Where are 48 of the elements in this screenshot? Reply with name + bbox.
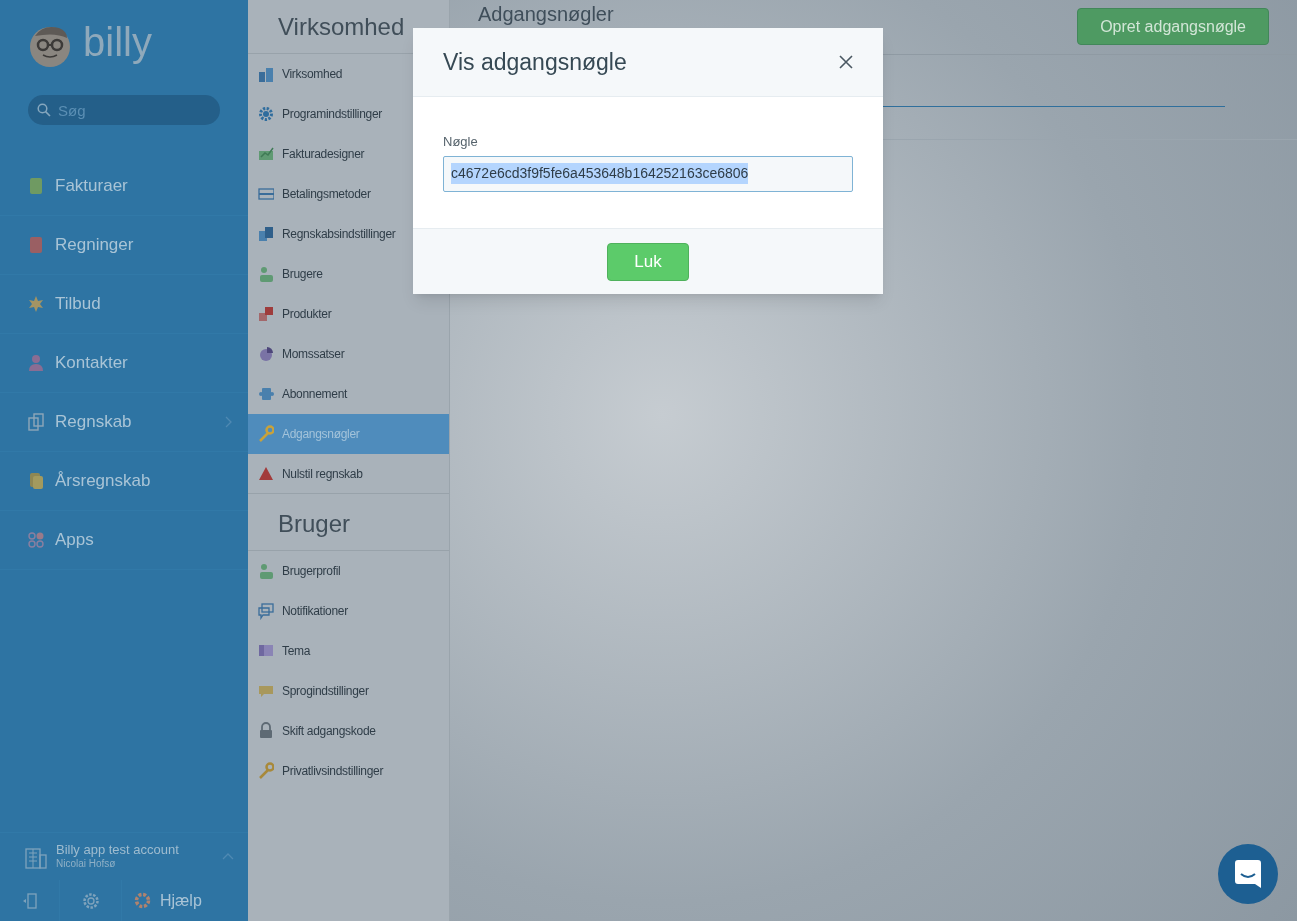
lifebuoy-icon xyxy=(134,892,151,909)
key-field[interactable]: c4672e6cd3f9f5fe6a453648b164252163ce6806 xyxy=(443,155,853,192)
chat-bubbles-icon xyxy=(258,602,274,620)
pie-icon xyxy=(258,345,274,363)
settings-icon xyxy=(81,891,100,910)
section-title: Bruger xyxy=(278,509,351,539)
person-icon xyxy=(27,354,45,372)
settings-nav-item[interactable]: Brugere xyxy=(248,254,449,294)
page-title: Adgangsnøgler xyxy=(478,2,614,26)
document-icon xyxy=(27,177,45,195)
help-button[interactable]: Hjælp xyxy=(122,880,202,921)
section-title: Virksomhed xyxy=(278,11,405,42)
settings-nav-item[interactable]: Momssatser xyxy=(248,334,449,374)
settings-nav-item[interactable]: Sprogindstillinger xyxy=(248,671,449,711)
settings-nav-item[interactable]: Produkter xyxy=(248,294,449,334)
settings-nav-item[interactable]: Brugerprofil xyxy=(248,551,449,591)
files-icon xyxy=(27,472,45,490)
dialog-title: Vis adgangsnøgle xyxy=(443,47,627,77)
chat-icon xyxy=(1235,860,1261,888)
chevron-up-icon xyxy=(222,853,234,860)
logout-icon xyxy=(21,892,38,909)
document-icon xyxy=(27,236,45,254)
settings-nav-item[interactable]: Privatlivsindstillinger xyxy=(248,751,449,791)
chart-icon xyxy=(258,145,274,163)
lock-icon xyxy=(258,722,274,740)
puzzle-icon xyxy=(258,385,274,403)
settings-nav-item[interactable]: Notifikationer xyxy=(248,591,449,631)
boxes-icon xyxy=(258,305,274,323)
field-label: Nøgle xyxy=(443,133,479,151)
account-name: Billy app test account xyxy=(56,842,180,859)
close-icon[interactable] xyxy=(839,55,853,69)
card-icon xyxy=(258,185,274,203)
settings-nav-item[interactable]: Programindstillinger xyxy=(248,94,449,134)
settings-nav-item[interactable]: Regnskabsindstillinger xyxy=(248,214,449,254)
settings-nav-item[interactable]: Skift adgangskode xyxy=(248,711,449,751)
user-name: Nicolai Hofsø xyxy=(56,858,117,871)
logo-text: billy xyxy=(83,22,152,62)
copy-icon xyxy=(27,413,45,431)
star-icon xyxy=(27,295,45,313)
settings-nav-item[interactable]: Tema xyxy=(248,631,449,671)
key-icon xyxy=(258,762,274,780)
settings-nav-item[interactable]: Abonnement xyxy=(248,374,449,414)
bars-icon xyxy=(258,65,274,83)
circles-icon xyxy=(27,531,45,549)
copy-icon xyxy=(258,225,274,243)
gear-icon xyxy=(258,105,274,123)
settings-nav-item[interactable]: Nulstil regnskab xyxy=(248,454,449,494)
key-icon xyxy=(258,425,274,443)
